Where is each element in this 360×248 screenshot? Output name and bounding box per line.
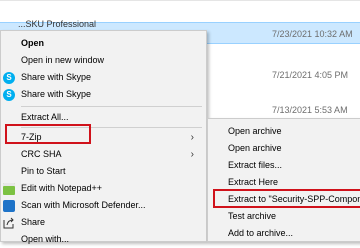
- menu-item-open[interactable]: Open: [1, 35, 206, 52]
- submenu-item-test-archive[interactable]: Test archive: [208, 208, 360, 225]
- menu-item-scan-defender[interactable]: Scan with Microsoft Defender...: [1, 197, 206, 214]
- skype-icon: S: [3, 72, 15, 84]
- chevron-right-icon: ›: [190, 132, 194, 143]
- menu-separator: [21, 106, 202, 107]
- menu-item-crc-sha[interactable]: CRC SHA ›: [1, 146, 206, 163]
- menu-item-open-new-window[interactable]: Open in new window: [1, 52, 206, 69]
- menu-item-label: Test archive: [228, 211, 277, 221]
- menu-item-label: Share with Skype: [21, 89, 92, 99]
- menu-item-label: Extract files...: [228, 160, 283, 170]
- menu-item-share-skype[interactable]: S Share with Skype: [1, 69, 206, 86]
- submenu-item-add-to-archive[interactable]: Add to archive...: [208, 225, 360, 242]
- share-icon: [3, 217, 15, 229]
- menu-item-label: CRC SHA: [21, 149, 62, 159]
- chevron-right-icon: ›: [190, 149, 194, 160]
- submenu-item-open-archive[interactable]: Open archive: [208, 123, 360, 140]
- file-date: 7/23/2021 10:32 AM: [272, 29, 353, 39]
- menu-item-label: Open archive: [228, 126, 282, 136]
- menu-item-pin-to-start[interactable]: Pin to Start: [1, 163, 206, 180]
- menu-item-label: Open: [21, 38, 45, 48]
- menu-item-label: Open archive: [228, 143, 282, 153]
- menu-item-label: Share with Skype: [21, 72, 92, 82]
- submenu-item-extract-files[interactable]: Extract files...: [208, 157, 360, 174]
- file-name: ...SKU Professional: [18, 19, 97, 29]
- skype-icon: S: [3, 89, 15, 101]
- menu-item-label: Edit with Notepad++: [21, 183, 103, 193]
- file-date: 7/21/2021 4:05 PM: [272, 70, 349, 80]
- shield-icon: [3, 200, 15, 212]
- menu-item-label: Pin to Start: [21, 166, 66, 176]
- menu-item-share-skype[interactable]: S Share with Skype: [1, 86, 206, 103]
- menu-item-label: Scan with Microsoft Defender...: [21, 200, 146, 210]
- context-menu: Open Open in new window S Share with Sky…: [0, 30, 207, 244]
- menu-item-label: Add to archive...: [228, 228, 294, 238]
- highlight-box-7zip: [5, 124, 91, 144]
- menu-item-edit-notepad[interactable]: Edit with Notepad++: [1, 180, 206, 197]
- menu-item-label: Open in new window: [21, 55, 105, 65]
- menu-item-share[interactable]: Share: [1, 214, 206, 231]
- notepad-icon: [3, 183, 15, 195]
- menu-item-label: Share: [21, 217, 46, 227]
- submenu-7zip: Open archive Open archive Extract files.…: [207, 118, 360, 242]
- divider: [0, 0, 360, 1]
- submenu-item-open-archive[interactable]: Open archive: [208, 140, 360, 157]
- highlight-box-extract-to: [213, 189, 360, 208]
